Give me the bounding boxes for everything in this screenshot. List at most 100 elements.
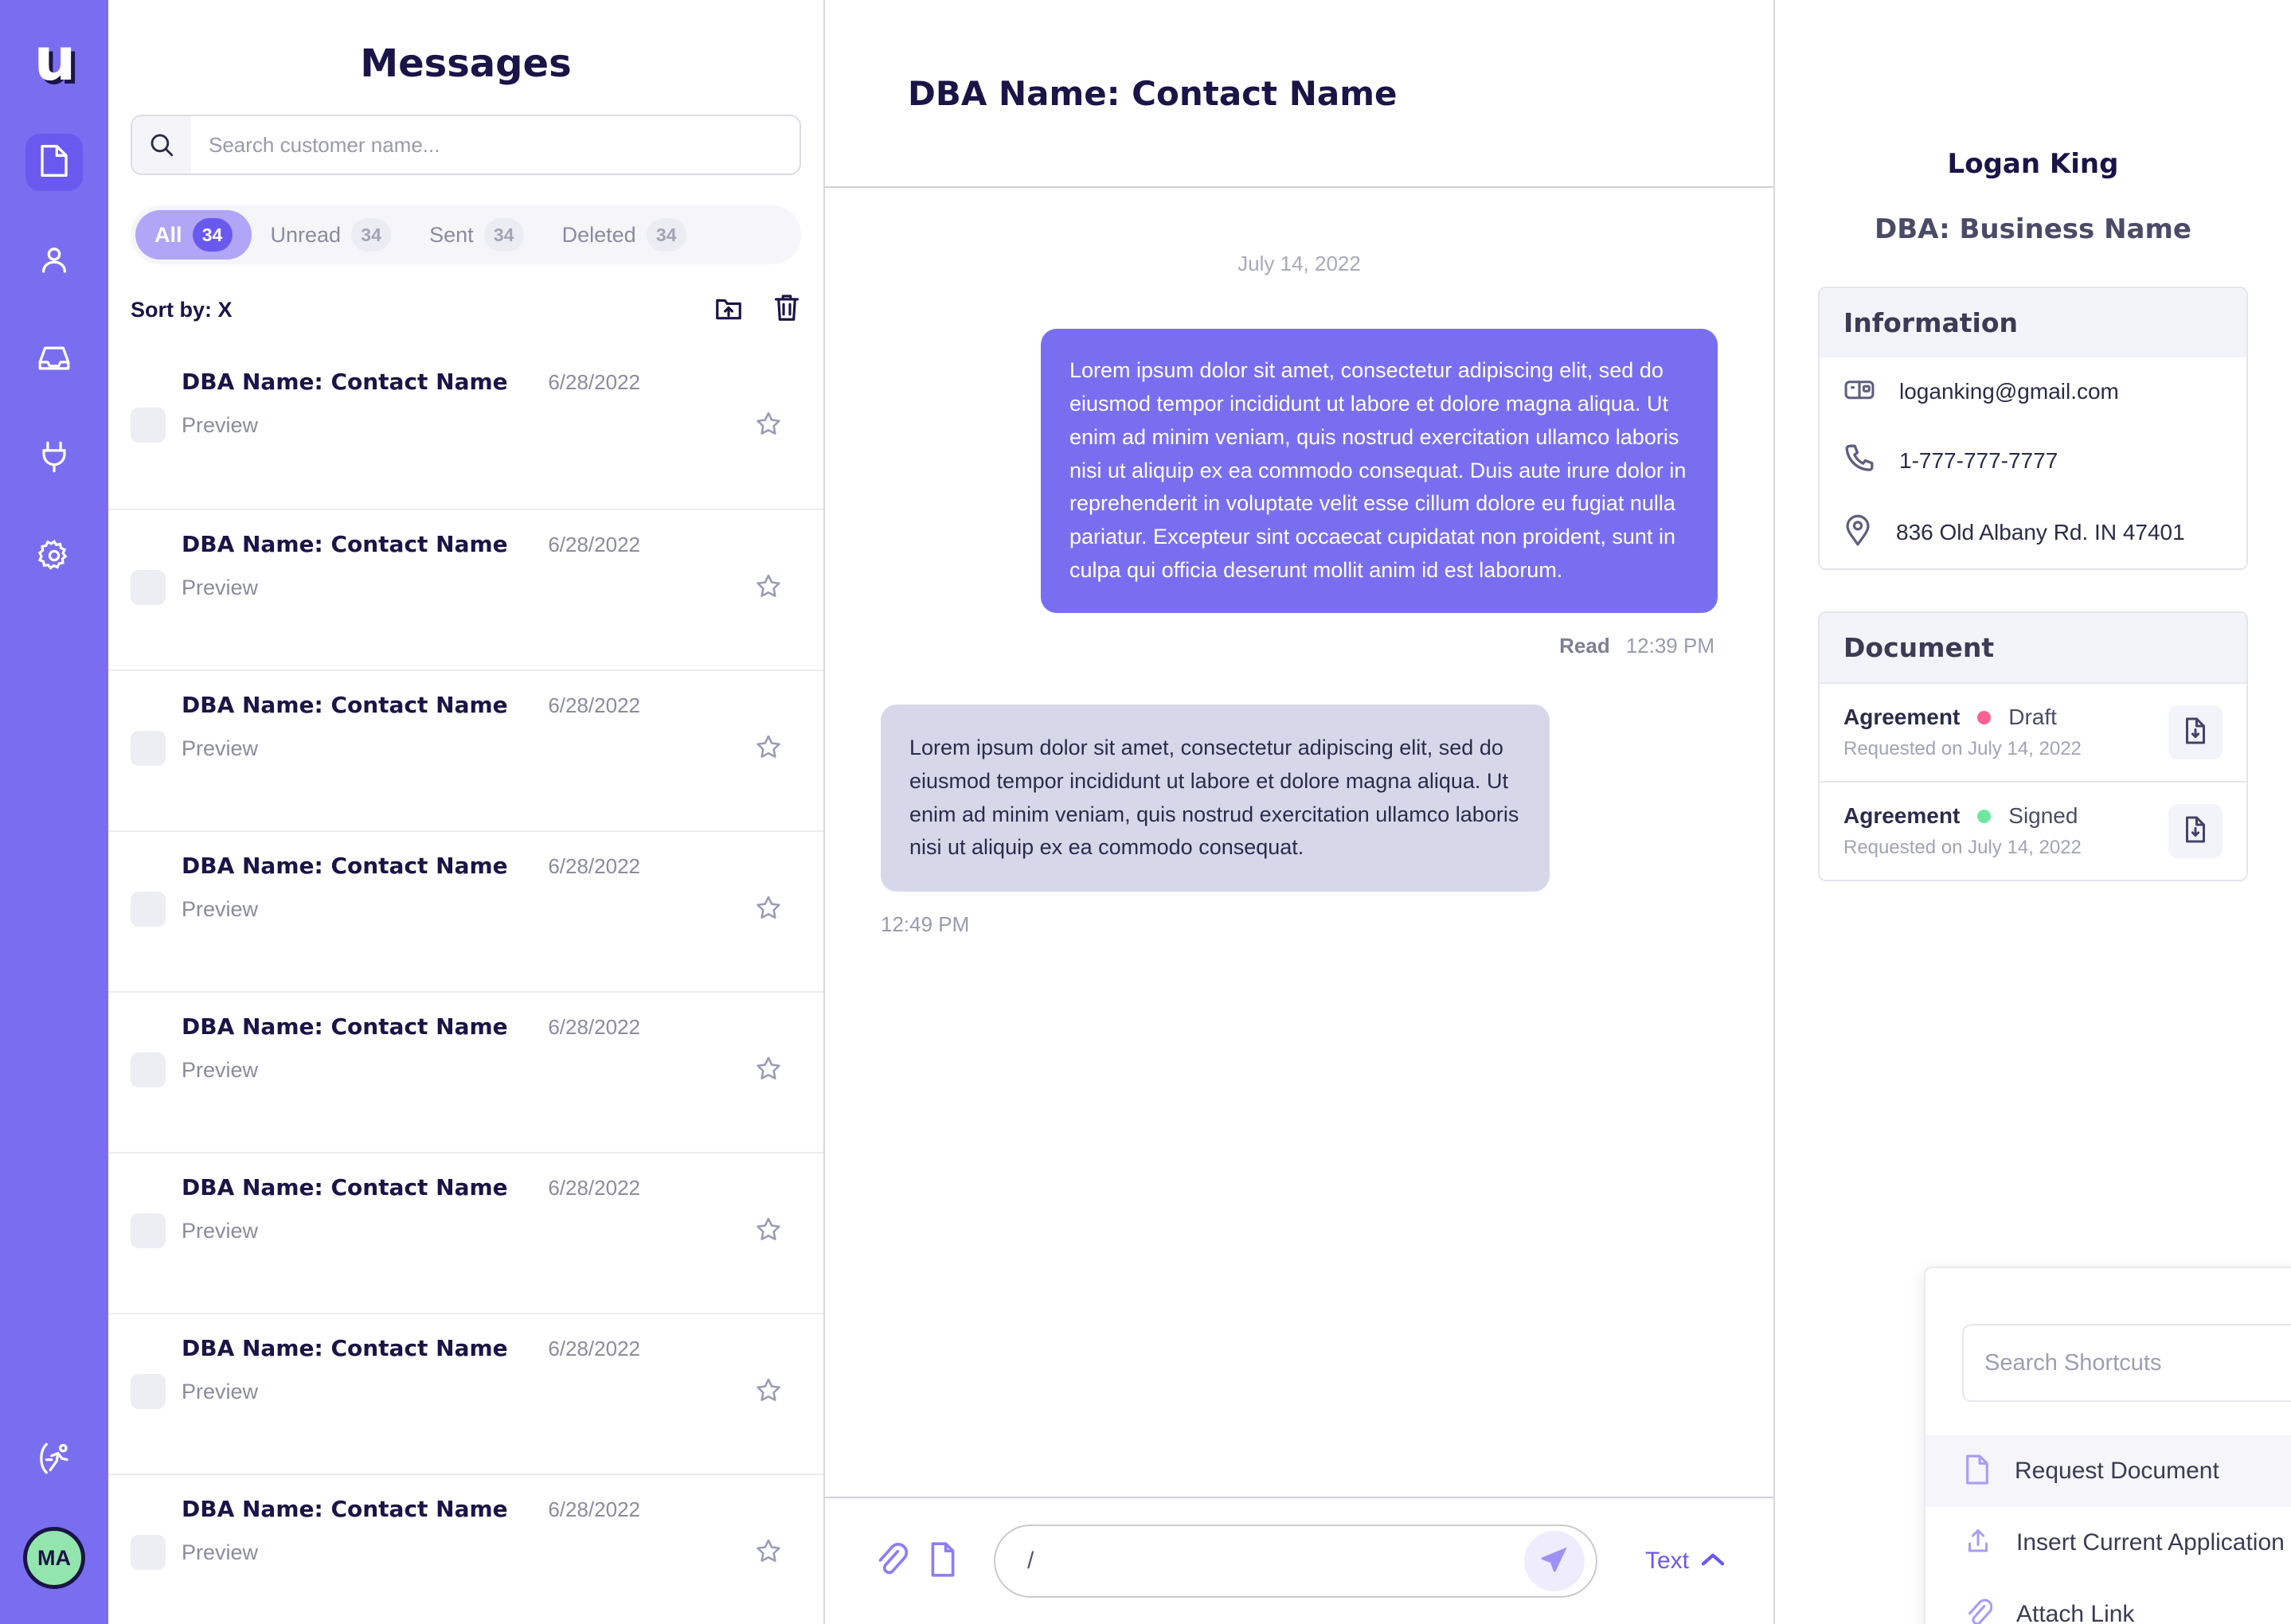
date-divider: July 14, 2022 [1237,252,1361,275]
star-icon[interactable] [755,1055,782,1086]
list-actions [713,293,801,327]
row-checkbox[interactable] [131,1374,166,1409]
info-row-address[interactable]: 836 Old Albany Rd. IN 47401 [1820,496,2246,568]
row-checkbox[interactable] [131,570,166,605]
app-logo: u [33,24,76,96]
star-icon[interactable] [755,1216,782,1247]
search-icon [132,116,191,174]
download-document-button[interactable] [2168,804,2223,858]
sort-bar: Sort by: X [108,264,823,348]
outgoing-bubble-text: Lorem ipsum dolor sit amet, consectetur … [1041,329,1718,613]
table-row[interactable]: DBA Name: Contact Name 6/28/2022 Preview [108,670,823,830]
document-icon[interactable] [929,1540,957,1583]
table-row[interactable]: DBA Name: Contact Name 6/28/2022 Preview [108,1313,823,1474]
document-row-main: Agreement Draft Requested on July 14, 20… [1843,705,2168,760]
message-date: 6/28/2022 [548,1015,640,1039]
search-box[interactable] [131,115,801,175]
outgoing-message: Lorem ipsum dolor sit amet, consectetur … [881,329,1718,613]
search-input[interactable] [191,116,800,174]
row-checkbox[interactable] [131,1535,166,1570]
message-rows: DBA Name: Contact Name 6/28/2022 Preview… [108,348,823,1624]
row-checkbox[interactable] [131,1052,166,1087]
folder-upload-icon[interactable] [713,293,744,327]
trash-icon[interactable] [772,293,801,327]
shortcut-search-box[interactable] [1962,1324,2291,1402]
shortcut-label: Request Document [2015,1458,2219,1484]
star-icon[interactable] [755,894,782,925]
table-row[interactable]: DBA Name: Contact Name 6/28/2022 Preview [108,509,823,670]
sidebar-item-contacts[interactable] [25,232,83,290]
status-badge: Signed [2008,803,2078,828]
message-sender: DBA Name: Contact Name [182,1496,508,1522]
row-line-primary: DBA Name: Contact Name 6/28/2022 [131,1013,801,1040]
tab-deleted[interactable]: Deleted 34 [543,210,706,260]
message-sender: DBA Name: Contact Name [182,1335,508,1361]
document-row-draft[interactable]: Agreement Draft Requested on July 14, 20… [1820,682,2246,781]
star-icon[interactable] [755,733,782,764]
status-badge: Draft [2008,705,2057,729]
composer-input-wrap[interactable] [994,1524,1597,1598]
shortcut-search-input[interactable] [1964,1325,2291,1400]
sort-by-label[interactable]: Sort by: X [131,298,233,322]
tab-sent-count: 34 [483,218,524,252]
sidebar-item-settings[interactable] [25,529,83,586]
row-line-primary: DBA Name: Contact Name 6/28/2022 [131,853,801,879]
tab-unread[interactable]: Unread 34 [252,210,411,260]
tab-all[interactable]: All 34 [135,210,252,260]
conversation-title: DBA Name: Contact Name [908,73,1398,113]
row-checkbox[interactable] [131,408,166,443]
chevron-up-icon [1700,1548,1726,1575]
message-date: 6/28/2022 [548,1497,640,1521]
send-button[interactable] [1523,1531,1585,1591]
page-title: Messages [360,41,572,86]
tab-all-count: 34 [192,218,233,252]
sidebar-item-integrations[interactable] [25,430,83,487]
conversation-header: DBA Name: Contact Name [825,0,1773,188]
composer-input[interactable] [1027,1526,1524,1596]
star-icon[interactable] [755,572,782,603]
outgoing-meta: Read 12:39 PM [881,634,1718,658]
table-row[interactable]: DBA Name: Contact Name 6/28/2022 Preview [108,1152,823,1313]
table-row[interactable]: DBA Name: Contact Name 6/28/2022 Preview [108,348,823,509]
primary-nav-rail: u MA [0,0,108,1624]
star-icon[interactable] [755,410,782,441]
shortcut-insert-application[interactable]: Insert Current Application [1925,1507,2291,1579]
sidebar-item-inbox[interactable] [25,331,83,388]
avatar[interactable]: MA [23,1527,85,1589]
row-checkbox[interactable] [131,731,166,766]
mode-label: Text [1644,1548,1689,1574]
star-icon[interactable] [755,1537,782,1568]
shortcut-request-document[interactable]: Request Document [1925,1435,2291,1507]
contact-name: Logan King [1947,148,2119,180]
info-row-email[interactable]: loganking@gmail.com [1820,357,2246,425]
row-checkbox[interactable] [131,1213,166,1248]
table-row[interactable]: DBA Name: Contact Name 6/28/2022 Preview [108,991,823,1152]
row-line-primary: DBA Name: Contact Name 6/28/2022 [131,369,801,395]
table-row[interactable]: DBA Name: Contact Name 6/28/2022 Preview [108,830,823,991]
incoming-bubble-text: Lorem ipsum dolor sit amet, consectetur … [881,704,1550,892]
paperclip-icon[interactable] [873,1540,909,1583]
shortcut-label: Insert Current Application [2016,1529,2285,1556]
mode-toggle[interactable]: Text [1645,1548,1726,1575]
message-preview: Preview [182,736,259,760]
document-row-head: Agreement Signed [1843,803,2168,829]
row-line-secondary: Preview [131,570,801,605]
logo-text: u [33,25,76,94]
tab-all-label: All [154,222,182,247]
download-document-button[interactable] [2168,705,2223,759]
document-card: Document Agreement Draft Requested on Ju… [1818,611,2248,881]
shortcut-attach-link[interactable]: Attach Link [1925,1579,2291,1624]
document-subtitle: Requested on July 14, 2022 [1843,738,2082,759]
sidebar-item-exit[interactable] [25,1431,83,1489]
information-card: Information loganking@gmail.com 1-777-77… [1818,287,2248,570]
sidebar-item-documents[interactable] [25,134,83,191]
tab-sent[interactable]: Sent 34 [410,210,543,260]
star-icon[interactable] [755,1376,782,1407]
phone-icon [1843,443,1875,478]
table-row[interactable]: DBA Name: Contact Name 6/28/2022 Preview [108,1474,823,1624]
document-title: Agreement [1843,705,1961,729]
info-row-phone[interactable]: 1-777-777-7777 [1820,425,2246,496]
row-checkbox[interactable] [131,892,166,927]
tab-unread-label: Unread [270,222,342,247]
document-row-signed[interactable]: Agreement Signed Requested on July 14, 2… [1820,781,2246,880]
